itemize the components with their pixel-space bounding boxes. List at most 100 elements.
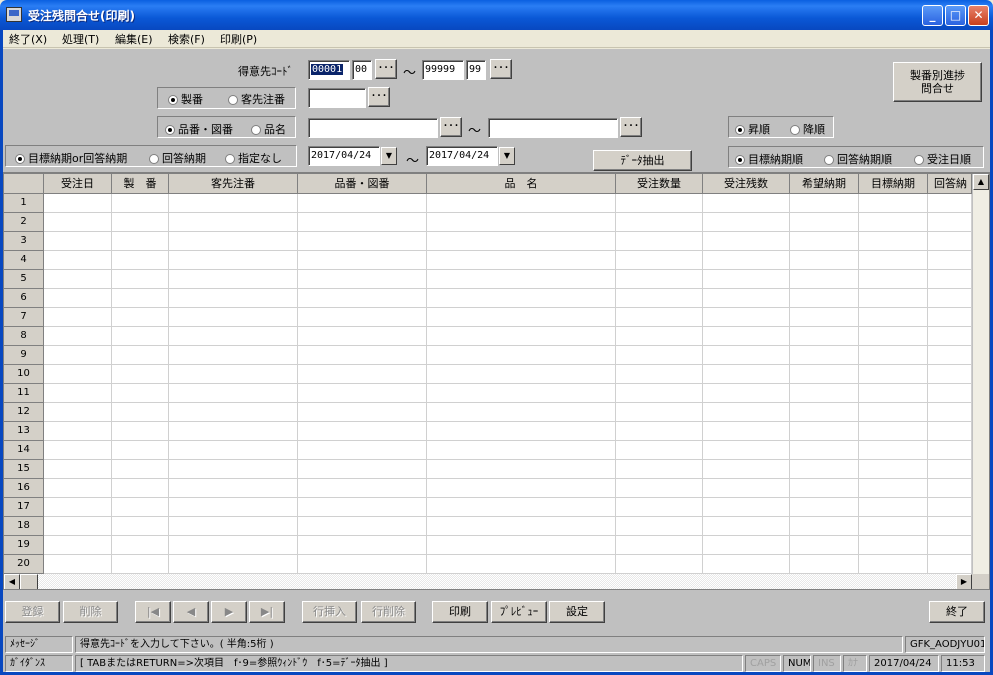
row-header[interactable]: 13	[4, 422, 44, 441]
grid-cell[interactable]	[427, 517, 616, 536]
grid-cell[interactable]	[169, 251, 298, 270]
grid-cell[interactable]	[703, 327, 790, 346]
grid-cell[interactable]	[928, 422, 972, 441]
grid-cell[interactable]	[427, 327, 616, 346]
grid-cell[interactable]	[44, 460, 112, 479]
grid-cell[interactable]	[427, 384, 616, 403]
delete-button[interactable]: 削除	[63, 601, 118, 623]
grid-cell[interactable]	[703, 441, 790, 460]
progress-inquiry-button[interactable]: 製番別進捗 問合せ	[893, 62, 982, 102]
grid-cell[interactable]	[790, 365, 859, 384]
row-header[interactable]: 2	[4, 213, 44, 232]
exit-button[interactable]: 終了	[929, 601, 985, 623]
grid-cell[interactable]	[112, 289, 169, 308]
close-button[interactable]: ✕	[968, 5, 989, 26]
minimize-button[interactable]: _	[922, 5, 943, 26]
menu-search[interactable]: 検索(F)	[168, 31, 205, 47]
customer-to-branch-field[interactable]: 99	[466, 60, 486, 80]
grid-cell[interactable]	[859, 422, 928, 441]
grid-cell[interactable]	[616, 555, 703, 574]
grid-cell[interactable]	[298, 327, 427, 346]
row-header[interactable]: 17	[4, 498, 44, 517]
grid-cell[interactable]	[790, 327, 859, 346]
grid-cell[interactable]	[859, 384, 928, 403]
grid-cell[interactable]	[859, 251, 928, 270]
grid-cell[interactable]	[44, 308, 112, 327]
maximize-button[interactable]: □	[945, 5, 966, 26]
grid-cell[interactable]	[169, 517, 298, 536]
grid-cell[interactable]	[790, 536, 859, 555]
grid-cell[interactable]	[169, 498, 298, 517]
grid-cell[interactable]	[298, 403, 427, 422]
grid-cell[interactable]	[169, 555, 298, 574]
grid-cell[interactable]	[298, 384, 427, 403]
grid-cell[interactable]	[44, 213, 112, 232]
grid-cell[interactable]	[703, 517, 790, 536]
grid-cell[interactable]	[790, 479, 859, 498]
grid-cell[interactable]	[616, 327, 703, 346]
grid-cell[interactable]	[790, 403, 859, 422]
grid-cell[interactable]	[928, 365, 972, 384]
grid-cell[interactable]	[427, 270, 616, 289]
grid-cell[interactable]	[427, 536, 616, 555]
grid-cell[interactable]	[928, 251, 972, 270]
radio-seiban[interactable]: 製番	[168, 91, 203, 107]
grid-cell[interactable]	[169, 403, 298, 422]
grid-cell[interactable]	[298, 479, 427, 498]
grid-cell[interactable]	[928, 460, 972, 479]
grid-cell[interactable]	[169, 460, 298, 479]
grid-cell[interactable]	[928, 384, 972, 403]
grid-cell[interactable]	[703, 365, 790, 384]
item-to-lookup-button[interactable]: ･･･	[620, 117, 642, 137]
grid-cell[interactable]	[859, 498, 928, 517]
grid-cell[interactable]	[44, 498, 112, 517]
scroll-up-icon[interactable]: ▲	[973, 174, 989, 190]
grid-cell[interactable]	[859, 365, 928, 384]
grid-cell[interactable]	[298, 270, 427, 289]
grid-cell[interactable]	[703, 536, 790, 555]
grid-cell[interactable]	[298, 213, 427, 232]
grid-cell[interactable]	[112, 441, 169, 460]
insert-row-button[interactable]: 行挿入	[302, 601, 357, 623]
grid-cell[interactable]	[298, 365, 427, 384]
row-header[interactable]: 14	[4, 441, 44, 460]
grid-cell[interactable]	[616, 536, 703, 555]
row-header[interactable]: 5	[4, 270, 44, 289]
grid-cell[interactable]	[427, 289, 616, 308]
row-header[interactable]: 12	[4, 403, 44, 422]
grid-cell[interactable]	[169, 422, 298, 441]
grid-cell[interactable]	[169, 308, 298, 327]
grid-cell[interactable]	[859, 308, 928, 327]
date-from-field[interactable]: 2017/04/24	[308, 146, 380, 166]
row-header[interactable]: 1	[4, 194, 44, 213]
col-header-target-date[interactable]: 目標納期	[859, 174, 928, 194]
grid-cell[interactable]	[859, 403, 928, 422]
scroll-left-icon[interactable]: ◀	[4, 574, 20, 589]
grid-cell[interactable]	[703, 346, 790, 365]
grid-cell[interactable]	[790, 555, 859, 574]
grid-cell[interactable]	[112, 308, 169, 327]
grid-cell[interactable]	[790, 289, 859, 308]
radio-order-kaito[interactable]: 回答納期順	[824, 151, 892, 167]
grid-cell[interactable]	[859, 270, 928, 289]
prev-record-icon[interactable]: ◀	[173, 601, 209, 623]
grid-cell[interactable]	[790, 232, 859, 251]
menu-process[interactable]: 処理(T)	[62, 31, 99, 47]
row-header[interactable]: 9	[4, 346, 44, 365]
grid-cell[interactable]	[790, 517, 859, 536]
radio-hinmei[interactable]: 品名	[251, 121, 286, 137]
grid-cell[interactable]	[616, 498, 703, 517]
grid-cell[interactable]	[44, 232, 112, 251]
grid-cell[interactable]	[112, 213, 169, 232]
grid-cell[interactable]	[703, 194, 790, 213]
grid-cell[interactable]	[928, 536, 972, 555]
grid-cell[interactable]	[703, 498, 790, 517]
grid-cell[interactable]	[928, 327, 972, 346]
grid-cell[interactable]	[112, 365, 169, 384]
menu-print[interactable]: 印刷(P)	[220, 31, 257, 47]
grid-cell[interactable]	[928, 555, 972, 574]
grid-cell[interactable]	[169, 384, 298, 403]
row-header[interactable]: 6	[4, 289, 44, 308]
col-header-seiban[interactable]: 製 番	[112, 174, 169, 194]
grid-cell[interactable]	[616, 270, 703, 289]
